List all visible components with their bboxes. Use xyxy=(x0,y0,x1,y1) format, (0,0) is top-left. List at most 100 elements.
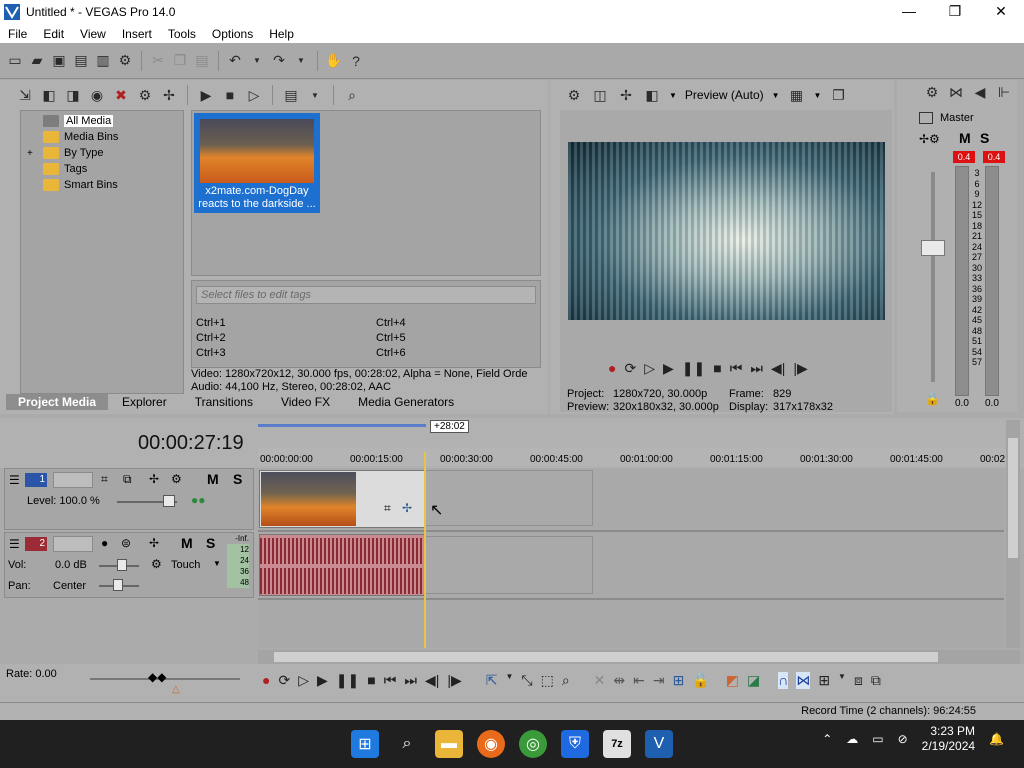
undo-dropdown-icon[interactable]: ▼ xyxy=(248,52,266,70)
undo-icon[interactable]: ↶ xyxy=(226,52,244,70)
track-settings-gear-icon[interactable]: ⚙ xyxy=(171,472,182,486)
expand-icon[interactable]: + xyxy=(27,148,33,159)
tag-shortcut-1[interactable]: Ctrl+1 xyxy=(196,317,226,329)
notification-bell-icon[interactable]: 🔔 xyxy=(989,732,1004,746)
vegas-taskbar-icon[interactable]: V xyxy=(645,730,673,758)
invert-phase-icon[interactable]: ⊜ xyxy=(121,536,131,550)
search-icon[interactable]: ⌕ xyxy=(343,86,361,104)
go-to-start-icon[interactable]: ⏮ xyxy=(730,360,743,377)
display-icon[interactable]: ▭ xyxy=(872,732,883,746)
audio-fx-icon[interactable]: ✢ xyxy=(149,536,159,550)
redo-icon[interactable]: ↷ xyxy=(270,52,288,70)
go-to-end-icon[interactable]: ⏭ xyxy=(750,360,763,377)
automation-gear-icon[interactable]: ⚙ xyxy=(151,557,162,571)
chevron-down-icon[interactable]: ▼ xyxy=(505,672,513,689)
overlays-grid-icon[interactable]: ▦ xyxy=(788,86,806,104)
event-fx-icon[interactable]: ✢ xyxy=(402,501,412,515)
previous-frame-icon[interactable]: ◀| xyxy=(771,360,785,377)
play-icon[interactable]: ▶ xyxy=(197,86,215,104)
network-icon[interactable]: ☁ xyxy=(846,732,858,746)
audio-track-mute-button[interactable]: M xyxy=(181,535,193,551)
audio-track-solo-button[interactable]: S xyxy=(206,535,215,551)
capture-video-icon[interactable]: ◧ xyxy=(40,86,58,104)
menu-tools[interactable]: Tools xyxy=(160,27,204,41)
loop-icon[interactable]: ⟳ xyxy=(278,672,290,689)
split-icon[interactable]: ⊞ xyxy=(673,672,685,689)
chevron-up-icon[interactable]: ⌃ xyxy=(822,732,832,746)
dim-icon[interactable]: ⊩ xyxy=(995,83,1013,101)
tag-shortcut-2[interactable]: Ctrl+2 xyxy=(196,332,226,344)
automation-mode[interactable]: Touch xyxy=(171,559,200,571)
audio-event-clip[interactable] xyxy=(259,534,425,596)
paste-icon[interactable]: ▤ xyxy=(193,52,211,70)
whats-this-help-icon[interactable]: ? xyxy=(347,52,365,70)
split-screen-icon[interactable]: ✢ xyxy=(617,86,635,104)
web-media-icon[interactable]: ◉ xyxy=(88,86,106,104)
stop-icon[interactable]: ■ xyxy=(367,672,375,689)
scrollbar-thumb[interactable] xyxy=(1008,438,1018,558)
overlays-dropdown-icon[interactable]: ▼ xyxy=(814,91,822,100)
save-as-icon[interactable]: ▤ xyxy=(72,52,90,70)
lock-envelopes-icon[interactable]: ⧈ xyxy=(854,672,863,689)
maximize-button[interactable]: ❐ xyxy=(932,0,978,24)
copy-icon[interactable]: ❐ xyxy=(171,52,189,70)
arm-record-icon[interactable]: ● xyxy=(101,536,108,550)
menu-edit[interactable]: Edit xyxy=(35,27,72,41)
pause-icon[interactable]: ❚❚ xyxy=(682,360,705,377)
firefox-icon[interactable]: ◉ xyxy=(477,730,505,758)
tab-media-generators[interactable]: Media Generators xyxy=(344,394,468,410)
delete-icon[interactable]: ✕ xyxy=(594,672,606,689)
file-explorer-icon[interactable]: ▬ xyxy=(435,730,463,758)
minimize-button[interactable]: — xyxy=(886,0,932,24)
preview-quality-dropdown[interactable]: Preview (Auto) xyxy=(685,88,764,102)
selection-tool-icon[interactable]: ⬚ xyxy=(541,672,554,689)
plugin-icon[interactable]: ✢ xyxy=(160,86,178,104)
previous-frame-icon[interactable]: ◀| xyxy=(425,672,439,689)
tree-item-by-type[interactable]: + By Type xyxy=(21,145,183,161)
master-mute-button[interactable]: M xyxy=(959,130,971,146)
stop-icon[interactable]: ■ xyxy=(713,360,721,377)
render-icon[interactable]: ▥ xyxy=(94,52,112,70)
video-track-header[interactable]: ☰ 1 ⌗ ⧉ ✢ ⚙ M S Level: 100.0 % ●● xyxy=(4,468,254,530)
normal-edit-tool-icon[interactable]: ⇱ xyxy=(486,672,498,689)
snapping-icon[interactable]: ∩ xyxy=(778,672,789,689)
master-fx-icon[interactable]: ✢⚙ xyxy=(919,132,940,146)
tree-item-media-bins[interactable]: Media Bins xyxy=(21,129,183,145)
external-monitor-icon[interactable]: ◫ xyxy=(591,86,609,104)
media-fx-icon[interactable]: ⚙ xyxy=(136,86,154,104)
auto-ripple-icon[interactable]: ⊞ xyxy=(818,672,830,689)
downmix-icon[interactable]: ⋈ xyxy=(947,83,965,101)
play-from-start-icon[interactable]: ▷ xyxy=(298,672,309,689)
track-motion-icon[interactable]: ⌗ xyxy=(101,472,108,487)
horizontal-scrollbar[interactable] xyxy=(258,650,1020,664)
chevron-down-icon[interactable]: ▼ xyxy=(838,672,846,689)
zoom-tool-icon[interactable]: ⌕ xyxy=(562,672,570,689)
windows-start-icon[interactable]: ⊞ xyxy=(351,730,379,758)
tag-shortcut-4[interactable]: Ctrl+4 xyxy=(376,317,406,329)
menu-view[interactable]: View xyxy=(72,27,114,41)
ignore-grouping-icon[interactable]: ⧉ xyxy=(871,672,881,689)
tree-item-tags[interactable]: Tags xyxy=(21,161,183,177)
envelope-tool-icon[interactable]: ⤡ xyxy=(521,672,532,689)
menu-options[interactable]: Options xyxy=(204,27,261,41)
properties-gear-icon[interactable]: ⚙ xyxy=(116,52,134,70)
system-clock[interactable]: 3:23 PM 2/19/2024 xyxy=(922,724,975,754)
play-icon[interactable]: ▶ xyxy=(663,360,674,377)
video-track-mute-button[interactable]: M xyxy=(207,471,219,487)
import-media-icon[interactable]: ⇲ xyxy=(16,86,34,104)
insert-marker-icon[interactable]: ◩ xyxy=(726,672,739,689)
play-from-start-icon[interactable]: ▷ xyxy=(644,360,655,377)
track-fx-icon[interactable]: ⧉ xyxy=(123,472,132,487)
speaker-icon[interactable]: ◀ xyxy=(971,83,989,101)
lock-icon[interactable]: 🔒 xyxy=(925,392,940,406)
mixer-gear-icon[interactable]: ⚙ xyxy=(923,83,941,101)
rate-slider-handle[interactable]: ◆◆ xyxy=(148,670,166,684)
video-track-name-field[interactable] xyxy=(53,472,93,488)
preview-settings-gear-icon[interactable]: ⚙ xyxy=(565,86,583,104)
views-dropdown-icon[interactable]: ▼ xyxy=(306,86,324,104)
trim-icon[interactable]: ⇹ xyxy=(613,672,625,689)
menu-file[interactable]: File xyxy=(0,27,35,41)
save-icon[interactable]: ▣ xyxy=(50,52,68,70)
tag-shortcut-5[interactable]: Ctrl+5 xyxy=(376,332,406,344)
tag-shortcut-6[interactable]: Ctrl+6 xyxy=(376,347,406,359)
